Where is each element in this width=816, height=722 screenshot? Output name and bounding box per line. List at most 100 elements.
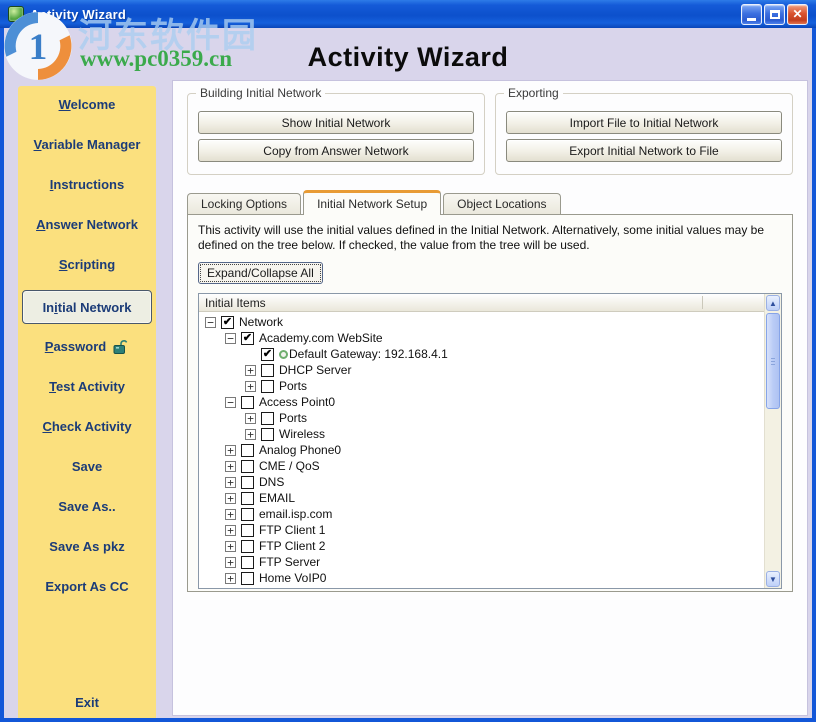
sidebar-item-exit[interactable]: Exit	[22, 688, 152, 716]
tree-item[interactable]: +	[199, 586, 764, 588]
sidebar-item-scripting[interactable]: Scripting	[22, 250, 152, 278]
tree-item[interactable]: − Network	[199, 314, 764, 330]
sidebar-item-instructions[interactable]: Instructions	[22, 170, 152, 198]
expander-icon[interactable]: −	[225, 333, 236, 344]
copy-from-answer-network-button[interactable]: Copy from Answer Network	[198, 139, 474, 162]
tree-item-checkbox[interactable]	[261, 364, 274, 377]
sidebar-item-variable-manager[interactable]: Variable Manager	[22, 130, 152, 158]
tree-item[interactable]: + Home VoIP0	[199, 570, 764, 586]
gateway-dot-icon	[279, 350, 288, 359]
tree-item-checkbox[interactable]	[241, 332, 254, 345]
tree-item-checkbox[interactable]	[241, 460, 254, 473]
expander-icon[interactable]: −	[205, 317, 216, 328]
tree-item[interactable]: + FTP Client 1	[199, 522, 764, 538]
tree-item[interactable]: + FTP Server	[199, 554, 764, 570]
sidebar-item-label: Scripting	[59, 257, 115, 272]
tree-item-label: FTP Server	[259, 555, 320, 569]
tab-object-locations[interactable]: Object Locations	[443, 193, 560, 214]
tree-item-checkbox[interactable]	[241, 508, 254, 521]
tree-item-checkbox[interactable]	[261, 428, 274, 441]
tree-item-checkbox[interactable]	[261, 412, 274, 425]
sidebar-item-export-as-cc[interactable]: Export As CC	[22, 572, 152, 600]
vertical-scrollbar[interactable]: ▲ ▼	[764, 294, 781, 588]
tree-item-checkbox[interactable]	[241, 540, 254, 553]
sidebar-item-save[interactable]: Save	[22, 452, 152, 480]
app-window: Activity Wizard ✕ 1 河东软件园 www.pc0359.cn …	[0, 0, 816, 722]
tree-item[interactable]: − Access Point0	[199, 394, 764, 410]
tree-item-label: Academy.com WebSite	[259, 331, 383, 345]
expander-icon[interactable]: +	[225, 477, 236, 488]
expander-icon[interactable]: −	[225, 397, 236, 408]
expand-collapse-all-button[interactable]: Expand/Collapse All	[198, 262, 323, 284]
show-initial-network-button[interactable]: Show Initial Network	[198, 111, 474, 134]
tree-item-label: DHCP Server	[279, 363, 351, 377]
tree-item-label: Ports	[279, 411, 307, 425]
tab-description: This activity will use the initial value…	[198, 223, 782, 253]
window-controls: ✕	[739, 4, 808, 25]
tree-item-checkbox[interactable]	[241, 476, 254, 489]
sidebar-item-welcome[interactable]: Welcome	[22, 90, 152, 118]
expander-icon[interactable]: +	[225, 493, 236, 504]
tree-item[interactable]: + Wireless	[199, 426, 764, 442]
window-title: Activity Wizard	[30, 7, 126, 22]
scrollbar-thumb[interactable]	[766, 313, 780, 409]
tree-item-checkbox[interactable]	[241, 588, 254, 589]
expander-icon[interactable]: +	[225, 557, 236, 568]
tree-item-checkbox[interactable]	[241, 572, 254, 585]
tree-item-label: DNS	[259, 475, 284, 489]
import-file-to-initial-network-button[interactable]: Import File to Initial Network	[506, 111, 782, 134]
tree-item-checkbox[interactable]	[221, 316, 234, 329]
tab-initial-network-setup[interactable]: Initial Network Setup	[303, 190, 441, 215]
sidebar-item-save-as-pkz[interactable]: Save As pkz	[22, 532, 152, 560]
tree-item-checkbox[interactable]	[241, 524, 254, 537]
close-button[interactable]: ✕	[787, 4, 808, 25]
expander-icon[interactable]: +	[245, 365, 256, 376]
expander-icon[interactable]: +	[245, 413, 256, 424]
scroll-up-icon[interactable]: ▲	[766, 295, 780, 311]
tree-item[interactable]: + Analog Phone0	[199, 442, 764, 458]
tree-item-checkbox[interactable]	[241, 556, 254, 569]
tree-item[interactable]: + CME / QoS	[199, 458, 764, 474]
tree-item-label: Ports	[279, 379, 307, 393]
tree-item-checkbox[interactable]	[261, 348, 274, 361]
expander-icon[interactable]: +	[245, 429, 256, 440]
tree-viewport: Initial Items − Network − Academy.com We…	[199, 294, 764, 588]
tree-item[interactable]: + Ports	[199, 378, 764, 394]
expander-icon[interactable]: +	[225, 509, 236, 520]
tree-item[interactable]: Default Gateway: 192.168.4.1	[199, 346, 764, 362]
expander-icon[interactable]: +	[225, 445, 236, 456]
tree-item[interactable]: − Academy.com WebSite	[199, 330, 764, 346]
tree-item-checkbox[interactable]	[261, 380, 274, 393]
tree-item-checkbox[interactable]	[241, 396, 254, 409]
maximize-button[interactable]	[764, 4, 785, 25]
sidebar-item-label: Initial Network	[43, 300, 132, 315]
tree-item[interactable]: + email.isp.com	[199, 506, 764, 522]
scroll-down-icon[interactable]: ▼	[766, 571, 780, 587]
sidebar-item-test-activity[interactable]: Test Activity	[22, 372, 152, 400]
sidebar-item-answer-network[interactable]: Answer Network	[22, 210, 152, 238]
sidebar-item-label: Instructions	[50, 177, 124, 192]
minimize-button[interactable]	[741, 4, 762, 25]
sidebar-item-password[interactable]: Password	[22, 332, 152, 360]
export-initial-network-to-file-button[interactable]: Export Initial Network to File	[506, 139, 782, 162]
sidebar-item-check-activity[interactable]: Check Activity	[22, 412, 152, 440]
tree-item[interactable]: + Ports	[199, 410, 764, 426]
expander-icon[interactable]: +	[225, 525, 236, 536]
tree-item-checkbox[interactable]	[241, 492, 254, 505]
tab-locking-options[interactable]: Locking Options	[187, 193, 301, 214]
initial-items-tree: Initial Items − Network − Academy.com We…	[198, 293, 782, 589]
tree-item[interactable]: + FTP Client 2	[199, 538, 764, 554]
expander-icon[interactable]: +	[245, 381, 256, 392]
sidebar-item-save-as[interactable]: Save As..	[22, 492, 152, 520]
expander-icon[interactable]: +	[225, 573, 236, 584]
tree-item[interactable]: + DNS	[199, 474, 764, 490]
tree-item-label: email.isp.com	[259, 507, 332, 521]
group-building-initial-network: Building Initial Network Show Initial Ne…	[187, 93, 485, 175]
sidebar-item-label: Save	[72, 459, 102, 474]
expander-icon[interactable]: +	[225, 541, 236, 552]
expander-icon[interactable]: +	[225, 461, 236, 472]
tree-item-checkbox[interactable]	[241, 444, 254, 457]
tree-item[interactable]: + EMAIL	[199, 490, 764, 506]
sidebar-item-initial-network[interactable]: Initial Network	[22, 290, 152, 324]
tree-item[interactable]: + DHCP Server	[199, 362, 764, 378]
